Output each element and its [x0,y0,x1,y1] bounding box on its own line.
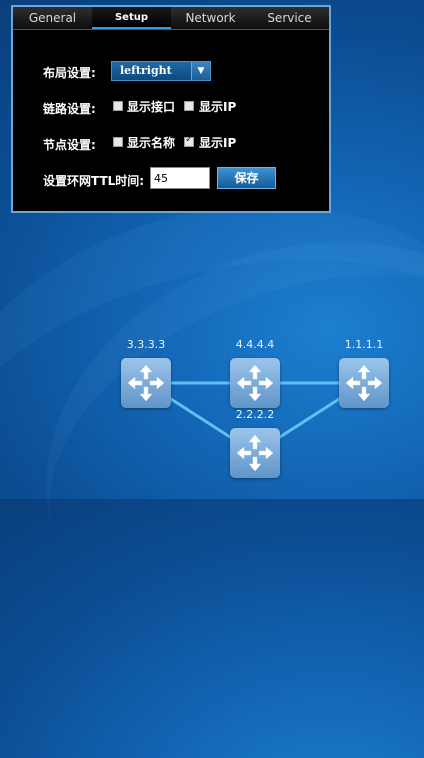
router-node[interactable]: 3.3.3.3 [121,338,171,408]
router-node[interactable]: 1.1.1.1 [339,338,389,408]
router-node[interactable]: 2.2.2.2 [230,408,280,478]
router-icon[interactable] [230,358,280,408]
router-icon[interactable] [121,358,171,408]
node-ip-label: 1.1.1.1 [344,338,384,351]
node-ip-label: 2.2.2.2 [235,408,275,421]
router-icon[interactable] [339,358,389,408]
router-icon[interactable] [230,428,280,478]
router-node[interactable]: 4.4.4.4 [230,338,280,408]
topology-links [145,381,365,455]
node-ip-label: 3.3.3.3 [126,338,166,351]
node-ip-label: 4.4.4.4 [235,338,275,351]
